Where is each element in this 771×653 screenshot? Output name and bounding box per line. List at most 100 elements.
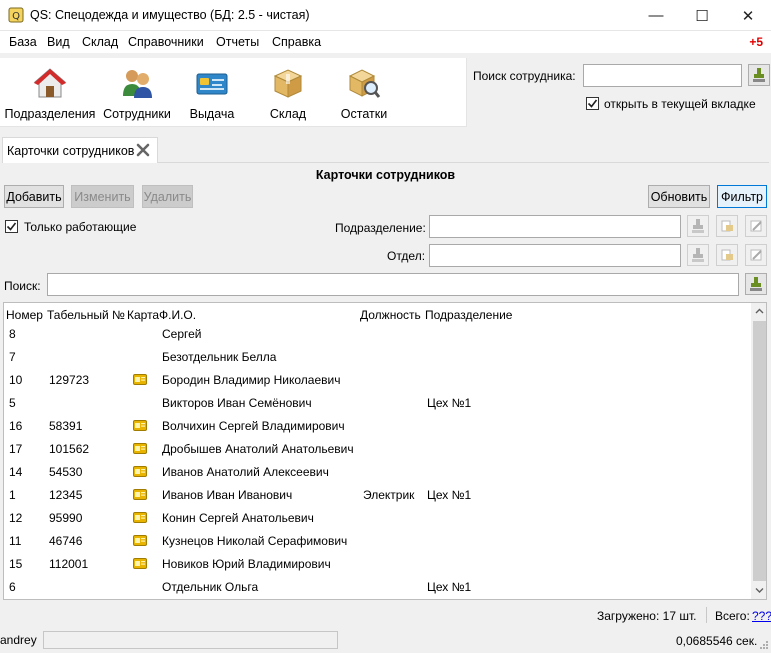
- status-divider: [706, 607, 707, 623]
- cell-number: 16: [9, 419, 23, 433]
- toolbar-departments-label: Подразделения: [4, 107, 96, 121]
- filter-button[interactable]: Фильтр: [717, 185, 767, 208]
- delete-button[interactable]: Удалить: [142, 185, 193, 208]
- table-row[interactable]: 5 Викторов Иван Семёнович Цех №1: [4, 393, 752, 416]
- table-row[interactable]: 16 58391 Волчихин Сергей Владимирович: [4, 416, 752, 439]
- checkmark-icon: [587, 99, 598, 108]
- department-search-button[interactable]: [687, 215, 709, 237]
- employee-cards-table[interactable]: Номер Табельный № Карта Ф.И.О. Должность…: [3, 302, 767, 600]
- table-row[interactable]: 17 101562 Дробышев Анатолий Анатольевич: [4, 439, 752, 462]
- cell-number: 7: [9, 350, 16, 364]
- only-working-checkbox[interactable]: [5, 220, 18, 233]
- tab-label: Карточки сотрудников: [7, 144, 135, 158]
- table-row[interactable]: 12 95990 Конин Сергей Анатольевич: [4, 508, 752, 531]
- table-row[interactable]: 6 Отдельник Ольга Цех №1: [4, 577, 752, 599]
- section-select-button[interactable]: [716, 244, 738, 266]
- stamp-icon: [692, 248, 704, 262]
- menu-directories[interactable]: Справочники: [128, 35, 204, 49]
- menu-warehouse[interactable]: Склад: [82, 35, 118, 49]
- column-header-tab-number[interactable]: Табельный №: [47, 308, 125, 322]
- scroll-down-icon[interactable]: [754, 585, 765, 596]
- stamp-icon: [753, 68, 765, 82]
- tab-close-icon[interactable]: [136, 143, 150, 157]
- scroll-up-icon[interactable]: [754, 306, 765, 317]
- menu-baza[interactable]: База: [9, 35, 37, 49]
- column-header-card[interactable]: Карта: [127, 308, 159, 322]
- column-header-position[interactable]: Должность: [360, 308, 421, 322]
- pencil-icon: [750, 249, 762, 261]
- cell-tab-number: 129723: [49, 373, 90, 387]
- open-in-current-tab-checkbox[interactable]: [586, 97, 599, 110]
- cell-fio: Кузнецов Николай Серафимович: [162, 534, 348, 548]
- window-title: QS: Спецодежда и имущество (БД: 2.5 - чи…: [30, 8, 310, 22]
- column-header-number[interactable]: Номер: [6, 308, 43, 322]
- column-header-department[interactable]: Подразделение: [425, 308, 512, 322]
- cell-number: 15: [9, 557, 23, 571]
- menu-reports[interactable]: Отчеты: [216, 35, 259, 49]
- main-toolbar: Подразделения Сотрудники Выдача Склад Ос…: [0, 58, 467, 127]
- section-search-button[interactable]: [687, 244, 709, 266]
- minimize-button[interactable]: —: [633, 0, 679, 31]
- people-icon: [120, 66, 154, 100]
- search-input[interactable]: [47, 273, 739, 296]
- card-icon: [133, 466, 147, 477]
- employee-search-input[interactable]: [583, 64, 742, 87]
- cell-tab-number: 58391: [49, 419, 83, 433]
- toolbar-stock-label: Остатки: [340, 107, 388, 121]
- cell-department: Цех №1: [427, 396, 472, 410]
- folder-icon: [721, 249, 733, 261]
- column-header-fio[interactable]: Ф.И.О.: [159, 308, 196, 322]
- maximize-button[interactable]: ☐: [679, 0, 725, 31]
- tab-employee-cards[interactable]: Карточки сотрудников: [2, 137, 158, 163]
- menu-view[interactable]: Вид: [47, 35, 70, 49]
- search-button[interactable]: [745, 273, 767, 295]
- close-window-button[interactable]: ✕: [725, 0, 771, 31]
- edit-button[interactable]: Изменить: [71, 185, 134, 208]
- cell-fio: Дробышев Анатолий Анатольевич: [162, 442, 354, 456]
- table-row[interactable]: 10 129723 Бородин Владимир Николаевич: [4, 370, 752, 393]
- card-icon: [133, 489, 147, 500]
- minimize-icon: —: [648, 7, 664, 24]
- cell-position: Электрик: [363, 488, 415, 502]
- cell-number: 5: [9, 396, 16, 410]
- toolbar-stock-button[interactable]: Остатки: [316, 58, 412, 127]
- cell-department: Цех №1: [427, 488, 472, 502]
- folder-icon: [721, 220, 733, 232]
- scroll-thumb[interactable]: [753, 321, 766, 581]
- cell-fio: Иванов Иван Иванович: [162, 488, 293, 502]
- table-row[interactable]: 15 112001 Новиков Юрий Владимирович: [4, 554, 752, 577]
- cell-tab-number: 95990: [49, 511, 83, 525]
- table-row[interactable]: 11 46746 Кузнецов Николай Серафимович: [4, 531, 752, 554]
- table-row[interactable]: 8 Сергей: [4, 324, 752, 347]
- cell-number: 6: [9, 580, 16, 594]
- table-row[interactable]: 1 12345 Иванов Иван Иванович Электрик Цех №1: [4, 485, 752, 508]
- cell-tab-number: 12345: [49, 488, 83, 502]
- cell-number: 10: [9, 373, 23, 387]
- refresh-button[interactable]: Обновить: [648, 185, 710, 208]
- resize-grip-icon[interactable]: [759, 639, 769, 649]
- employee-search-label: Поиск сотрудника:: [473, 69, 576, 83]
- cell-fio: Безотдельник Белла: [162, 350, 277, 364]
- add-button[interactable]: Добавить: [4, 185, 64, 208]
- id-card-icon: [195, 66, 229, 100]
- search-label: Поиск:: [4, 279, 41, 293]
- cell-fio: Волчихин Сергей Владимирович: [162, 419, 345, 433]
- only-working-label: Только работающие: [24, 220, 137, 234]
- notification-badge[interactable]: +5: [749, 35, 763, 49]
- box-search-icon: [347, 66, 381, 100]
- toolbar-departments-button[interactable]: Подразделения: [2, 58, 98, 127]
- card-icon: [133, 420, 147, 431]
- section-input[interactable]: [429, 244, 681, 267]
- section-edit-button[interactable]: [745, 244, 767, 266]
- department-input[interactable]: [429, 215, 681, 238]
- department-edit-button[interactable]: [745, 215, 767, 237]
- employee-search-button[interactable]: [748, 64, 770, 86]
- timing-value: 0,0685546 сек.: [676, 634, 758, 648]
- department-select-button[interactable]: [716, 215, 738, 237]
- table-row[interactable]: 14 54530 Иванов Анатолий Алексеевич: [4, 462, 752, 485]
- cell-fio: Сергей: [162, 327, 202, 341]
- total-value-link[interactable]: ???: [752, 609, 771, 623]
- table-row[interactable]: 7 Безотдельник Белла: [4, 347, 752, 370]
- menu-help[interactable]: Справка: [272, 35, 321, 49]
- cell-fio: Конин Сергей Анатольевич: [162, 511, 314, 525]
